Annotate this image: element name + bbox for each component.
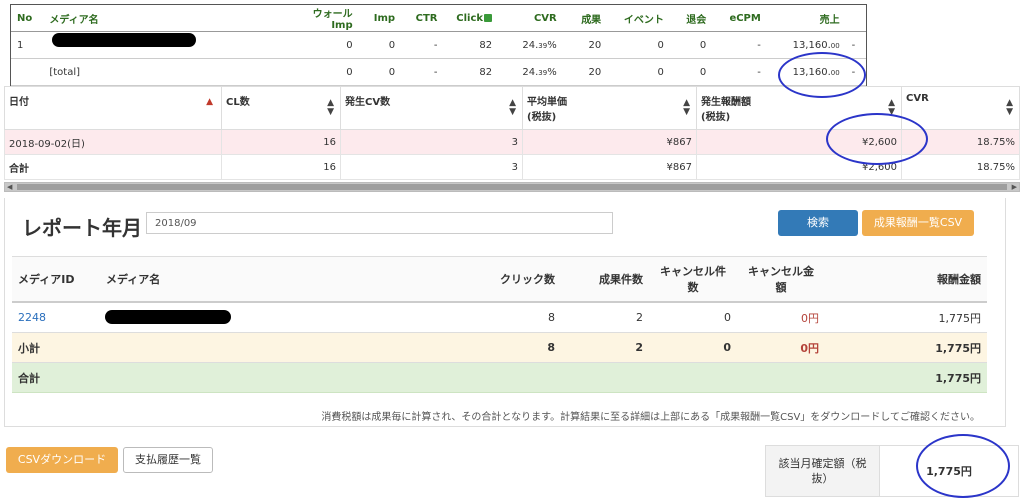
redaction-mark [52, 33, 196, 47]
table-header-row: No メディア名 ウォールImp Imp CTR Click CVR 成果 イベ… [11, 5, 866, 32]
col-withdrawals: 退会 [669, 5, 713, 32]
horizontal-scrollbar[interactable]: ◀ ▶ [4, 182, 1020, 192]
csv-download-button[interactable]: CSVダウンロード [6, 447, 118, 473]
sort-icon[interactable]: ▲ ▼ [327, 99, 334, 117]
sort-asc-icon[interactable]: ▲ [206, 97, 213, 107]
col-date[interactable]: 日付 ▲ [4, 86, 222, 130]
scroll-right-icon[interactable]: ▶ [1012, 183, 1017, 191]
redaction-mark [105, 310, 231, 324]
col-cl[interactable]: CL数 ▲ ▼ [221, 86, 341, 130]
report-month-input[interactable] [146, 212, 613, 234]
col-click: Click [443, 5, 499, 32]
col-avg-price[interactable]: 平均単価 (税抜) ▲ ▼ [522, 86, 697, 130]
scroll-left-icon[interactable]: ◀ [7, 183, 12, 191]
col-cvr: CVR [498, 5, 563, 32]
col-media-name: メディア名 [43, 5, 288, 32]
col-cv[interactable]: 発生CV数 ▲ ▼ [340, 86, 523, 130]
search-button[interactable]: 検索 [778, 210, 858, 236]
total-row: [total] 0 0 - 82 24.39% 20 0 0 - 13,160.… [11, 58, 866, 86]
col-wall-imp: ウォールImp [287, 5, 359, 32]
subtotal-row: 小計 8 2 0 0円 1,775円 [12, 332, 987, 363]
col-clicks: クリック数 [469, 256, 561, 303]
sort-icon[interactable]: ▲ ▼ [1006, 99, 1013, 117]
col-events: イベント [607, 5, 670, 32]
reward-list-csv-button[interactable]: 成果報酬一覧CSV [862, 210, 974, 236]
confirmed-amount-label: 該当月確定額（税 抜） [766, 446, 880, 496]
total-row: 合計 1,775円 [12, 362, 987, 393]
media-id-link[interactable]: 2248 [12, 302, 100, 333]
click-sort-icon[interactable] [484, 13, 493, 22]
col-media-id: メディアID [12, 256, 100, 303]
monthly-reward-table: メディアID メディア名 クリック数 成果件数 キャンセル件数 キャンセル金額 … [12, 256, 987, 393]
col-sales: 売上 [766, 5, 846, 32]
payment-history-button[interactable]: 支払履歴一覧 [123, 447, 213, 473]
col-results: 成果 [562, 5, 608, 32]
col-reward-amount: 報酬金額 [825, 256, 987, 303]
sort-icon[interactable]: ▲ ▼ [683, 99, 690, 117]
tax-note: 消費税額は成果毎に計算され、その合計となります。計算結果に至る詳細は上部にある「… [321, 412, 980, 423]
col-cancel-count: キャンセル件数 [649, 256, 737, 303]
col-cancel-amount: キャンセル金額 [737, 256, 825, 303]
sort-icon[interactable]: ▲ ▼ [509, 99, 516, 117]
col-ecpm: eCPM [712, 5, 767, 32]
col-ctr: CTR [401, 5, 444, 32]
col-media-name: メディア名 [100, 256, 469, 303]
col-cvr[interactable]: CVR ▲ ▼ [901, 86, 1020, 130]
scrollbar-thumb[interactable] [17, 184, 1007, 190]
annotation-circle [826, 113, 928, 165]
annotation-circle [778, 52, 866, 98]
col-results: 成果件数 [561, 256, 649, 303]
annotation-circle [916, 434, 1010, 498]
col-imp: Imp [358, 5, 402, 32]
table-header-row: メディアID メディア名 クリック数 成果件数 キャンセル件数 キャンセル金額 … [12, 256, 987, 303]
col-no: No [11, 5, 44, 32]
page-title: レポート年月 [22, 216, 142, 240]
